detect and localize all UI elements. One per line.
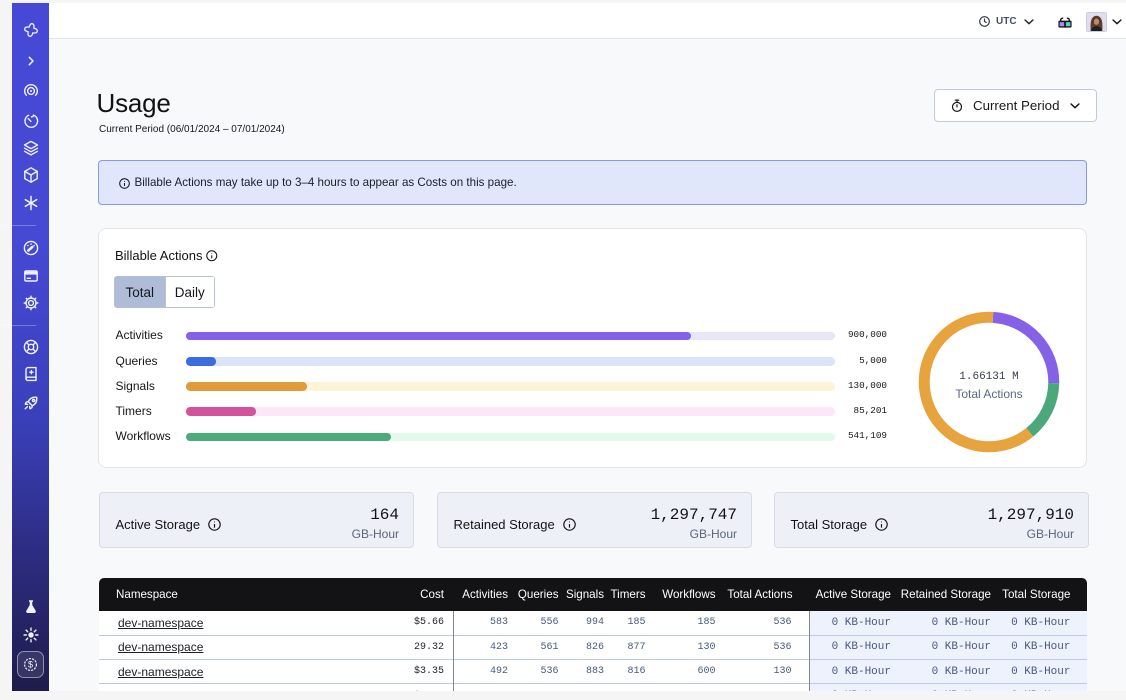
svg-text:$: $: [28, 659, 33, 669]
